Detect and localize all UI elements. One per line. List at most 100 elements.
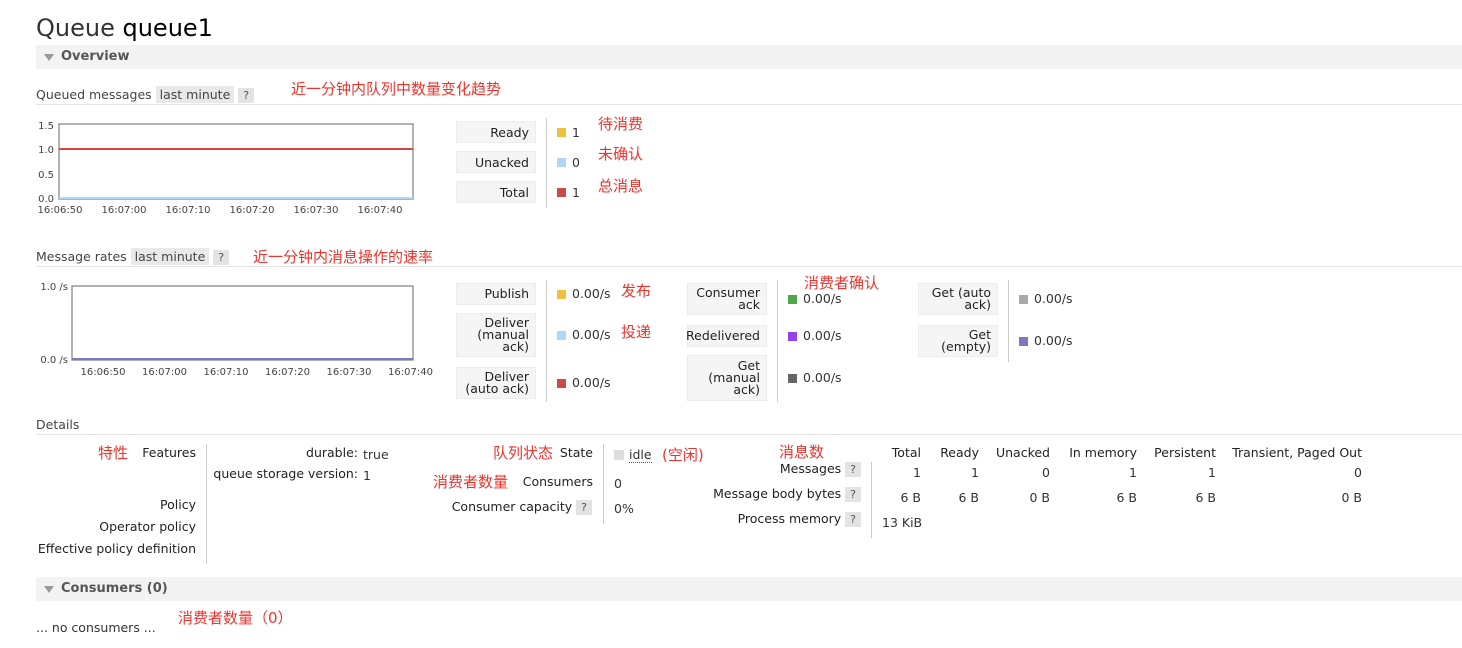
rate-swatch-icon <box>1019 295 1028 304</box>
rates-x-tick: 16:07:40 <box>388 367 433 378</box>
messages-col-header: Total <box>891 445 921 460</box>
rates-x-tick: 16:06:50 <box>81 367 126 378</box>
messages-cell: 1 <box>971 465 979 480</box>
rate-swatch-icon <box>788 332 797 341</box>
storage-version-label: queue storage version: <box>213 466 358 481</box>
queued-y-tick: 0.0 <box>38 194 54 205</box>
queued-x-tick: 16:07:30 <box>294 205 339 216</box>
rates-col3-item[interactable]: Get (auto ack) <box>918 283 998 315</box>
operator-policy-label: Operator policy <box>99 519 196 534</box>
messages-cell: 0 <box>1354 465 1362 480</box>
rates-col1-value: 0.00/s <box>572 286 611 301</box>
policy-label: Policy <box>160 497 196 512</box>
messages-row-help-button[interactable]: ? <box>845 512 861 527</box>
queued-legend-note: 待消费 <box>598 115 644 133</box>
rates-col2-item[interactable]: Redelivered <box>686 325 767 347</box>
rates-col1-divider <box>546 280 547 402</box>
rates-col2-divider <box>777 280 778 402</box>
queue-name: queue1 <box>122 14 213 42</box>
state-indicator-icon <box>614 450 624 460</box>
overview-label: Overview <box>61 49 130 64</box>
consumers-annotation: 消费者数量（0） <box>178 609 293 627</box>
page-title-prefix: Queue <box>36 14 115 42</box>
queued-legend-ready[interactable]: Ready <box>456 121 536 143</box>
messages-row-label: Process memory ? <box>737 511 861 527</box>
messages-row-label: Messages ? <box>780 461 861 477</box>
rates-col1-item[interactable]: Deliver (auto ack) <box>456 367 536 399</box>
durable-value: true <box>363 447 389 462</box>
queued-legend-total[interactable]: Total <box>456 181 536 203</box>
messages-divider <box>871 462 872 538</box>
messages-row-label-text: Process memory <box>737 511 846 526</box>
rates-col2-value: 0.00/s <box>803 370 842 385</box>
messages-cell: 6 B <box>1116 490 1137 505</box>
rate-swatch-icon <box>788 295 797 304</box>
rates-col3-value: 0.00/s <box>1034 291 1073 306</box>
messages-cell: 6 B <box>958 490 979 505</box>
rate-swatch-icon <box>557 290 566 299</box>
rates-annotation: 近一分钟内消息操作的速率 <box>253 248 434 266</box>
collapse-triangle-icon <box>44 586 54 593</box>
consumers-note: 消费者数量 <box>433 473 509 491</box>
overview-section-toggle[interactable]: Overview <box>36 45 1462 69</box>
rate-swatch-icon <box>557 379 566 388</box>
messages-cell: 1 <box>1208 465 1216 480</box>
consumers-section-toggle[interactable]: Consumers (0) <box>36 577 1462 601</box>
storage-version-value: 1 <box>363 468 371 483</box>
consumer-capacity-row: Consumer capacity ? <box>452 499 592 515</box>
queued-x-tick: 16:07:40 <box>358 205 403 216</box>
rates-y-tick: 1.0 /s <box>40 282 68 293</box>
messages-cell: 0 B <box>1029 490 1050 505</box>
messages-row-help-button[interactable]: ? <box>845 487 861 502</box>
rates-col3-item[interactable]: Get (empty) <box>918 325 998 357</box>
messages-row-help-button[interactable]: ? <box>845 462 861 477</box>
consumers-section-label: Consumers (0) <box>61 581 168 596</box>
state-divider <box>603 444 604 524</box>
page-title: Queue queue1 <box>36 14 213 42</box>
features-note: 特性 <box>98 444 129 462</box>
queued-messages-header: Queued messages last minute ? <box>36 86 255 103</box>
rates-col1-value: 0.00/s <box>572 375 611 390</box>
rate-swatch-icon <box>788 374 797 383</box>
state-note: 队列状态 <box>493 444 554 462</box>
message-rates-label: Message rates <box>36 249 127 264</box>
rates-col3-divider <box>1008 280 1009 362</box>
rates-col2-item[interactable]: Consumer ack <box>687 283 767 315</box>
capacity-help-button[interactable]: ? <box>576 500 592 515</box>
rates-x-tick: 16:07:00 <box>142 367 187 378</box>
messages-col-header: Ready <box>940 445 979 460</box>
features-divider <box>206 444 207 564</box>
state-value-note: (空闲) <box>662 446 704 464</box>
queued-help-button[interactable]: ? <box>238 88 255 103</box>
messages-row-label: Message body bytes ? <box>713 486 861 502</box>
messages-col-header: Persistent <box>1154 445 1216 460</box>
consumers-value: 0 <box>614 476 622 491</box>
message-rates-header: Message rates last minute ? <box>36 248 230 265</box>
rates-col2-value: 0.00/s <box>803 291 842 306</box>
rates-divider <box>36 266 1462 267</box>
rates-range-select[interactable]: last minute <box>130 248 210 265</box>
state-label: State <box>559 445 593 460</box>
rates-col1-item[interactable]: Deliver (manual ack) <box>456 313 536 357</box>
messages-cell: 6 B <box>1195 490 1216 505</box>
rates-col1-item[interactable]: Publish <box>456 283 536 305</box>
rates-x-tick: 16:07:20 <box>265 367 310 378</box>
rates-col2-item[interactable]: Get (manual ack) <box>687 355 767 401</box>
rates-col1-value: 0.00/s <box>572 327 611 342</box>
queued-legend-unacked[interactable]: Unacked <box>456 151 536 173</box>
collapse-triangle-icon <box>44 54 54 61</box>
queued-x-tick: 16:06:50 <box>38 205 83 216</box>
queued-legend-value: 1 <box>572 125 580 140</box>
queued-x-tick: 16:07:10 <box>166 205 211 216</box>
queued-range-select[interactable]: last minute <box>155 86 235 103</box>
legend-swatch-icon <box>557 128 566 137</box>
messages-col-header: Transient, Paged Out <box>1232 445 1362 460</box>
state-value[interactable]: idle <box>629 447 652 463</box>
messages-col-header: Unacked <box>995 445 1050 460</box>
queued-legend-value: 1 <box>572 185 580 200</box>
details-label: Details <box>36 417 80 432</box>
queued-divider <box>36 104 1462 105</box>
rates-help-button[interactable]: ? <box>213 250 230 265</box>
queued-annotation: 近一分钟内队列中数量变化趋势 <box>291 80 502 98</box>
rates-x-tick: 16:07:10 <box>204 367 249 378</box>
